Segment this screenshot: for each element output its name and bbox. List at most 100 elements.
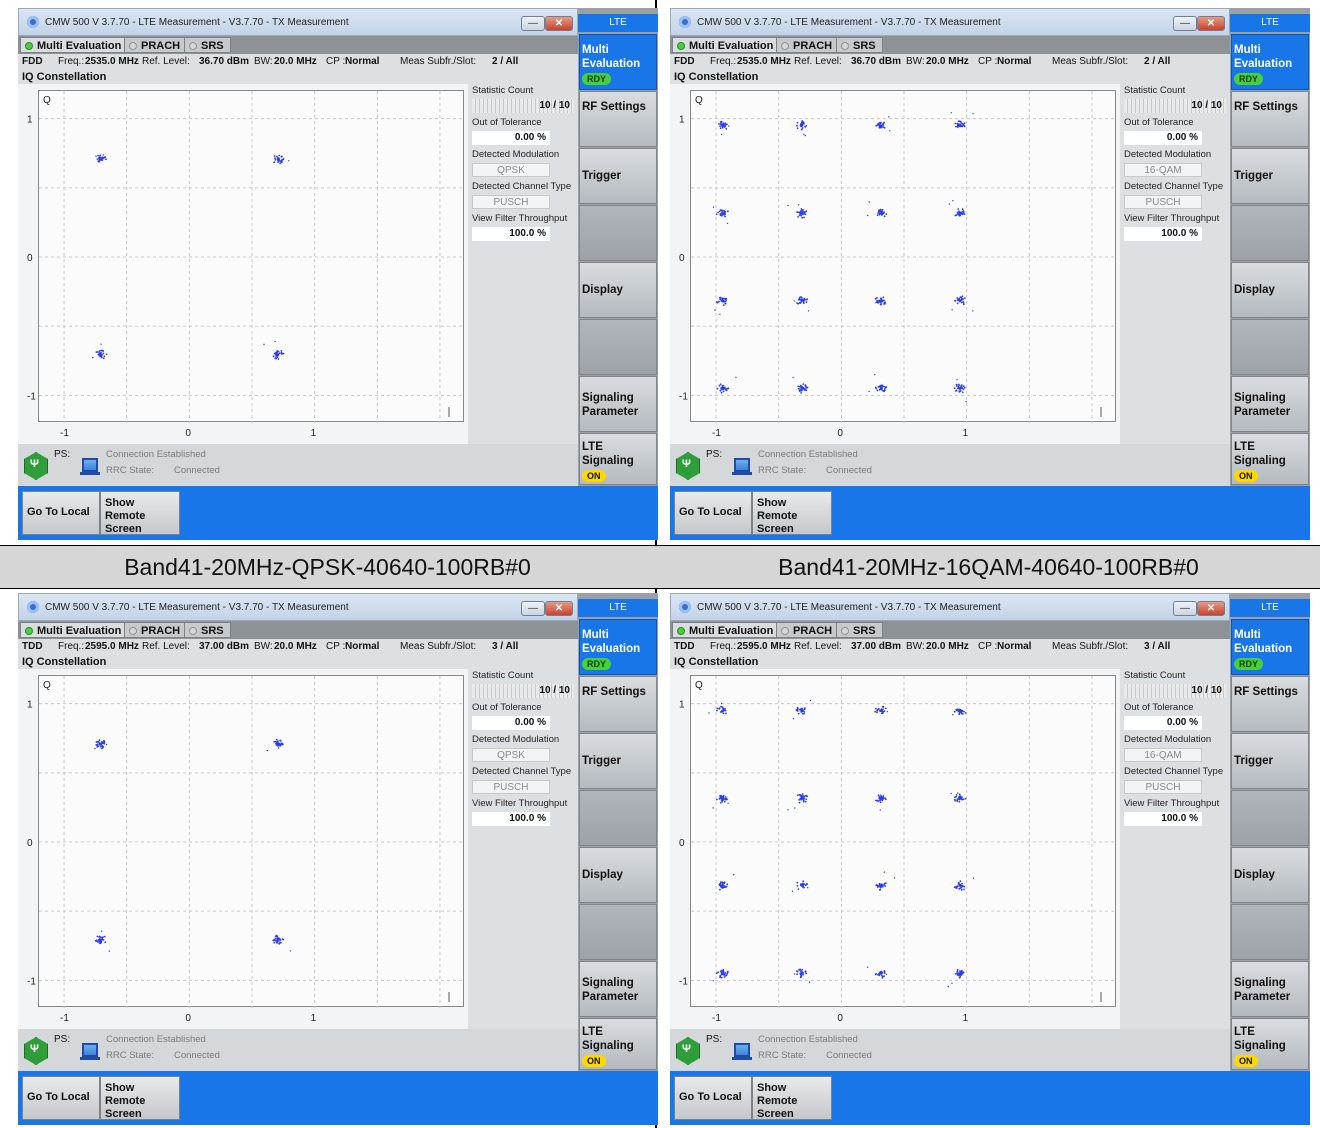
minimize-button[interactable]: — <box>521 16 545 31</box>
go-to-local-button[interactable]: Go To Local <box>674 491 752 535</box>
show-remote-screen-button[interactable]: Show Remote Screen <box>100 1076 180 1120</box>
sample-dot <box>879 303 882 306</box>
multi-evaluation-button[interactable]: Multi Evaluation RDY <box>579 34 657 90</box>
go-to-local-button[interactable]: Go To Local <box>674 1076 752 1120</box>
constellation-point <box>950 792 967 803</box>
signaling-parameter-button[interactable]: Signaling Parameter <box>579 376 657 432</box>
iq-constellation-plot[interactable]: Q 1 0 -1 -1 0 1 <box>27 675 465 1024</box>
go-to-local-button[interactable]: Go To Local <box>22 1076 100 1120</box>
iq-constellation-plot[interactable]: Q 1 0 -1 -1 0 1 <box>27 90 465 439</box>
close-button[interactable]: ✕ <box>1197 601 1225 616</box>
tab-multi-evaluation[interactable]: Multi Evaluation <box>672 622 781 638</box>
close-button[interactable]: ✕ <box>545 16 573 31</box>
tab-srs[interactable]: SRS <box>184 622 231 638</box>
iq-constellation-plot[interactable]: Q 1 0 -1 -1 0 1 <box>679 90 1117 439</box>
sample-dot <box>802 209 804 211</box>
display-button[interactable]: Display <box>579 847 657 903</box>
statistics-panel: Statistic Count 10 / 10 Out of Tolerance… <box>468 669 578 1029</box>
lte-signaling-label: LTE Signaling <box>582 441 634 467</box>
rrc-state-value: Connected <box>174 1050 220 1061</box>
multi-evaluation-button[interactable]: Multi Evaluation RDY <box>579 619 657 675</box>
connection-status-bar: Ψ PS: Connection Established RRC State: … <box>670 444 1230 486</box>
sample-dot <box>959 795 962 798</box>
sample-dot <box>879 208 882 211</box>
constellation-point <box>796 120 808 137</box>
sample-dot <box>279 160 282 162</box>
sample-dot <box>719 976 721 979</box>
signaling-parameter-button[interactable]: Signaling Parameter <box>579 961 657 1017</box>
lte-signaling-button[interactable]: LTE Signaling ON <box>579 433 657 485</box>
sample-dot <box>275 357 277 360</box>
outlier-dot <box>808 981 811 983</box>
trigger-button[interactable]: Trigger <box>1231 733 1309 789</box>
tab-multi-evaluation[interactable]: Multi Evaluation <box>20 37 129 53</box>
show-remote-screen-button[interactable]: Show Remote Screen <box>752 491 832 535</box>
lte-signaling-button[interactable]: LTE Signaling ON <box>1231 1018 1309 1070</box>
show-remote-screen-button[interactable]: Show Remote Screen <box>752 1076 832 1120</box>
outlier-dot <box>972 113 974 115</box>
trigger-button[interactable]: Trigger <box>579 148 657 204</box>
signaling-parameter-button[interactable]: Signaling Parameter <box>1231 376 1309 432</box>
tab-srs[interactable]: SRS <box>836 37 883 53</box>
signaling-parameter-button[interactable]: Signaling Parameter <box>1231 961 1309 1017</box>
outlier-dot <box>948 203 951 205</box>
rf-settings-button[interactable]: RF Settings <box>1231 676 1309 732</box>
tab-prach[interactable]: PRACH <box>776 37 840 53</box>
ref-level-label: Ref. Level: <box>142 641 190 652</box>
antenna-symbol-icon: Ψ <box>682 1043 691 1055</box>
outlier-dot <box>725 975 727 977</box>
tab-srs[interactable]: SRS <box>184 37 231 53</box>
minimize-button[interactable]: — <box>1173 16 1197 31</box>
outlier-dot <box>266 749 268 752</box>
sample-dot <box>879 123 882 125</box>
tab-multi-evaluation[interactable]: Multi Evaluation <box>672 37 781 53</box>
tab-multi-evaluation[interactable]: Multi Evaluation <box>20 622 129 638</box>
tab-label: SRS <box>853 40 876 52</box>
show-remote-screen-button[interactable]: Show Remote Screen <box>100 491 180 535</box>
constellation-point <box>791 880 809 892</box>
lte-header: LTE <box>1230 599 1310 617</box>
close-button[interactable]: ✕ <box>545 601 573 616</box>
sample-dot <box>723 885 726 888</box>
outlier-dot <box>105 743 108 746</box>
tab-srs[interactable]: SRS <box>836 622 883 638</box>
go-to-local-button[interactable]: Go To Local <box>22 491 100 535</box>
display-button[interactable]: Display <box>579 262 657 318</box>
minimize-button[interactable]: — <box>521 601 545 616</box>
multi-evaluation-button[interactable]: Multi Evaluation RDY <box>1231 619 1309 675</box>
tab-prach[interactable]: PRACH <box>124 622 188 638</box>
multi-evaluation-button[interactable]: Multi Evaluation RDY <box>1231 34 1309 90</box>
sample-dot <box>280 155 283 158</box>
sample-dot <box>958 887 961 890</box>
rf-settings-button[interactable]: RF Settings <box>579 676 657 732</box>
iq-constellation-plot[interactable]: Q 1 0 -1 -1 0 1 <box>679 675 1117 1024</box>
constellation-point <box>792 376 809 394</box>
minimize-button[interactable]: — <box>1173 601 1197 616</box>
constellation-point <box>273 154 290 165</box>
trigger-button[interactable]: Trigger <box>579 733 657 789</box>
sample-dot <box>723 709 726 712</box>
cp-label: CP : <box>978 641 998 652</box>
lte-signaling-button[interactable]: LTE Signaling ON <box>579 1018 657 1070</box>
rf-settings-button[interactable]: RF Settings <box>579 91 657 147</box>
rf-settings-button[interactable]: RF Settings <box>1231 91 1309 147</box>
display-button[interactable]: Display <box>1231 847 1309 903</box>
lte-signaling-button[interactable]: LTE Signaling ON <box>1231 433 1309 485</box>
constellation-svg: Q10-1-1 0 1 <box>27 676 465 1024</box>
close-button[interactable]: ✕ <box>1197 16 1225 31</box>
sample-dot <box>878 797 881 800</box>
duplex-mode: FDD <box>674 56 695 67</box>
right-softkey-panel: LTE Multi Evaluation RDY RF Settings Tri… <box>578 593 658 1071</box>
connection-state: Connection Established <box>758 1034 858 1045</box>
display-button[interactable]: Display <box>1231 262 1309 318</box>
sample-dot <box>954 973 957 975</box>
sample-dot <box>801 968 804 971</box>
ref-level-value: 36.70 dBm <box>199 56 250 67</box>
tab-prach[interactable]: PRACH <box>776 622 840 638</box>
sample-dot <box>718 384 721 387</box>
tab-prach[interactable]: PRACH <box>124 37 188 53</box>
trigger-button[interactable]: Trigger <box>1231 148 1309 204</box>
right-softkey-panel: LTE Multi Evaluation RDY RF Settings Tri… <box>578 8 658 486</box>
view-filter-value: 100.0 % <box>1124 227 1202 241</box>
tab-label: Multi Evaluation <box>689 625 774 637</box>
